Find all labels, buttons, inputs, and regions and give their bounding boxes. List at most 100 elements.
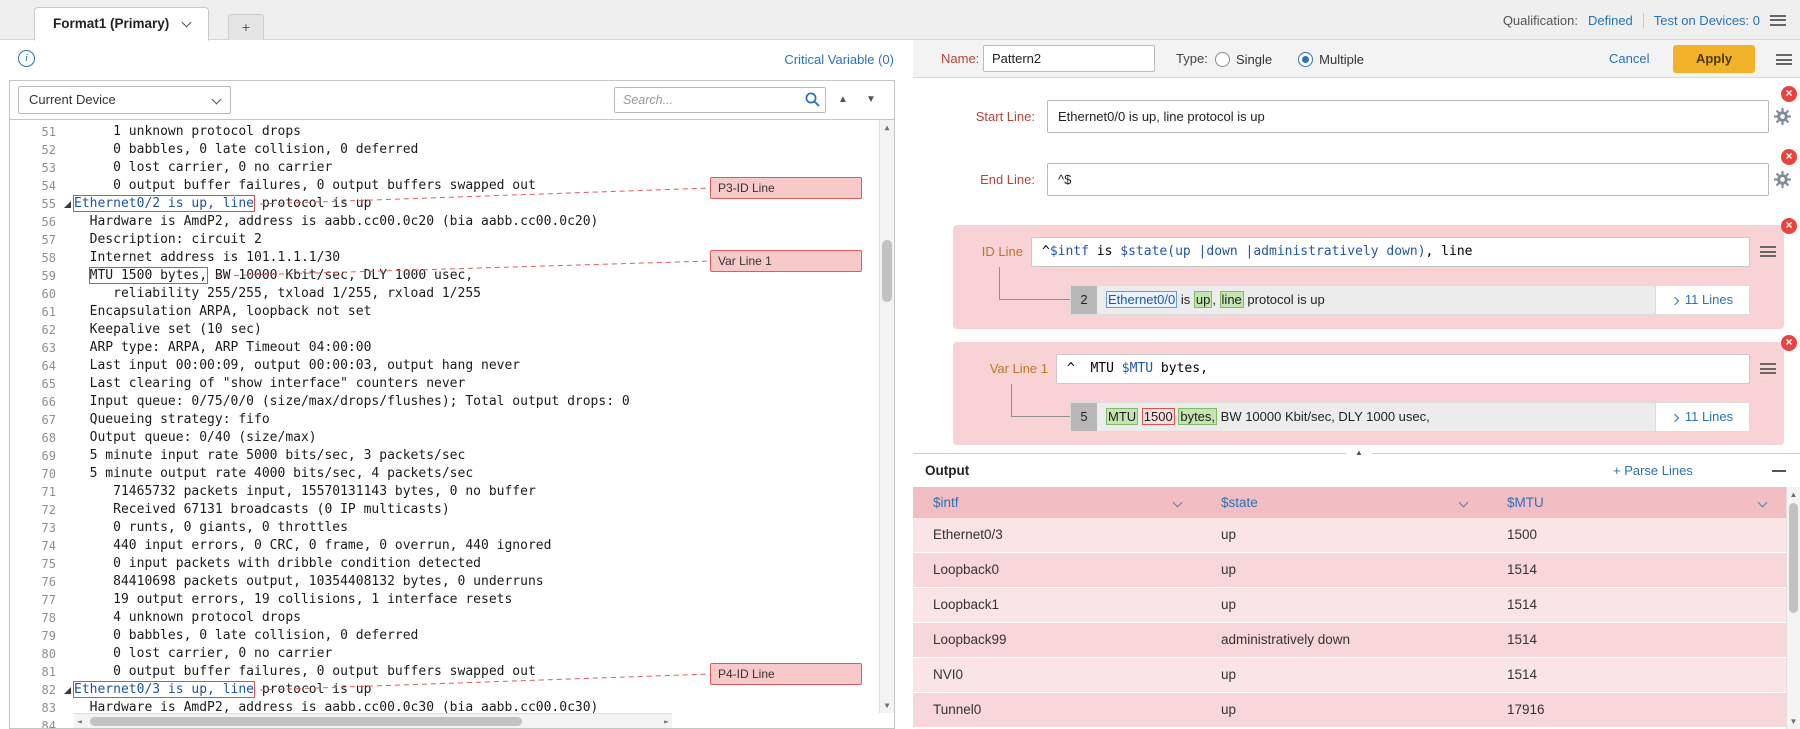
column-header-intf[interactable]: $intf bbox=[913, 487, 1201, 518]
chevron-down-icon[interactable] bbox=[1758, 498, 1768, 508]
tab-format1[interactable]: Format1 (Primary) bbox=[34, 7, 209, 41]
output-row[interactable]: Loopback0up1514 bbox=[913, 553, 1786, 588]
code-text: 19 output errors, 19 collisions, 1 inter… bbox=[74, 592, 512, 607]
critical-variable-link[interactable]: Critical Variable (0) bbox=[784, 48, 894, 72]
id-line-lines-button[interactable]: 11 Lines bbox=[1655, 286, 1749, 314]
collapse-panel-icon[interactable]: ▲ bbox=[1346, 448, 1372, 457]
top-bar-right: Qualification: Defined Test on Devices: … bbox=[1503, 0, 1786, 40]
id-line-menu-icon[interactable] bbox=[1760, 246, 1776, 257]
output-scrollbar-thumb[interactable] bbox=[1789, 503, 1798, 613]
test-on-devices-link[interactable]: Test on Devices: 0 bbox=[1654, 13, 1760, 28]
type-option-single[interactable]: Single bbox=[1215, 52, 1272, 67]
code-lines: 51 1 unknown protocol drops52 0 babbles,… bbox=[10, 123, 879, 728]
start-line-settings-icon[interactable] bbox=[1774, 108, 1791, 125]
code-line-text: reliability 255/255, txload 1/255, rxloa… bbox=[74, 285, 481, 303]
code-line-text: 0 babbles, 0 late collision, 0 deferred bbox=[74, 627, 418, 645]
code-text: 5 minute output rate 4000 bits/sec, 4 pa… bbox=[74, 466, 473, 481]
fold-caret-icon[interactable] bbox=[64, 201, 71, 208]
apply-button[interactable]: Apply bbox=[1673, 45, 1755, 73]
chevron-down-icon[interactable] bbox=[1459, 498, 1469, 508]
search-next-button[interactable]: ▼ bbox=[866, 94, 876, 106]
code-text: 0 input packets with dribble condition d… bbox=[74, 556, 481, 571]
code-line-text: 5 minute output rate 4000 bits/sec, 4 pa… bbox=[74, 465, 473, 483]
end-line-input[interactable] bbox=[1047, 163, 1769, 196]
scroll-down-icon[interactable]: ▼ bbox=[1787, 717, 1800, 726]
pattern-menu-icon[interactable] bbox=[1776, 54, 1792, 65]
radio-single[interactable] bbox=[1215, 52, 1230, 67]
token-var: $intf bbox=[1050, 244, 1089, 259]
remove-end-line-icon[interactable]: × bbox=[1781, 149, 1797, 165]
parse-lines-link[interactable]: + Parse Lines bbox=[1613, 454, 1693, 488]
vertical-scrollbar-thumb[interactable] bbox=[882, 240, 892, 302]
name-input[interactable] bbox=[983, 45, 1155, 72]
scroll-up-icon[interactable]: ▲ bbox=[880, 123, 894, 132]
code-line-text: Ethernet0/2 is up, line protocol is up bbox=[74, 195, 371, 213]
line-number: 83 bbox=[10, 699, 74, 717]
code-line-text: 71465732 packets input, 15570131143 byte… bbox=[74, 483, 536, 501]
line-number: 77 bbox=[10, 591, 74, 609]
code-line-text: 0 output buffer failures, 0 output buffe… bbox=[74, 663, 536, 681]
line-number-value: 75 bbox=[42, 557, 56, 571]
add-tab-button[interactable]: + bbox=[228, 14, 264, 40]
type-option-multiple[interactable]: Multiple bbox=[1298, 52, 1364, 67]
minimize-icon[interactable] bbox=[1772, 470, 1786, 472]
end-line-settings-icon[interactable] bbox=[1774, 171, 1791, 188]
annotation-label[interactable]: P4-ID Line bbox=[710, 663, 862, 685]
remove-var-line-icon[interactable]: × bbox=[1781, 335, 1797, 351]
token-text: , line bbox=[1426, 244, 1473, 259]
output-cell: administratively down bbox=[1201, 623, 1487, 657]
scroll-left-icon[interactable]: ◄ bbox=[77, 717, 82, 726]
scroll-down-icon[interactable]: ▼ bbox=[880, 701, 894, 710]
scroll-up-icon[interactable]: ▲ bbox=[1787, 490, 1800, 499]
line-number: 59 bbox=[10, 267, 74, 285]
var-line-preview-row: 5 MTU 1500 bytes, BW 10000 Kbit/sec, DLY… bbox=[1070, 402, 1750, 432]
column-header-MTU[interactable]: $MTU bbox=[1487, 487, 1786, 518]
var-line-lines-button[interactable]: 11 Lines bbox=[1655, 403, 1749, 431]
chevron-down-icon[interactable] bbox=[1173, 498, 1183, 508]
annotation-label[interactable]: Var Line 1 bbox=[710, 250, 862, 272]
line-number: 62 bbox=[10, 321, 74, 339]
line-number: 66 bbox=[10, 393, 74, 411]
column-header-state[interactable]: $state bbox=[1201, 487, 1487, 518]
info-icon[interactable]: i bbox=[18, 50, 35, 67]
menu-icon[interactable] bbox=[1770, 15, 1786, 26]
output-scrollbar[interactable]: ▲ ▼ bbox=[1786, 487, 1800, 729]
horizontal-scrollbar-thumb[interactable] bbox=[90, 717, 522, 726]
line-number: 69 bbox=[10, 447, 74, 465]
code-text: 5 minute input rate 5000 bits/sec, 3 pac… bbox=[74, 448, 465, 463]
vertical-scrollbar[interactable]: ▲ ▼ bbox=[879, 120, 894, 713]
output-row[interactable]: Loopback1up1514 bbox=[913, 588, 1786, 623]
output-row[interactable]: NVI0up1514 bbox=[913, 658, 1786, 693]
code-text: Last input 00:00:09, output 00:00:03, ou… bbox=[74, 358, 520, 373]
code-line-text: Ethernet0/3 is up, line protocol is up bbox=[74, 681, 371, 699]
annotation-label[interactable]: P3-ID Line bbox=[710, 177, 862, 199]
radio-multiple[interactable] bbox=[1298, 52, 1313, 67]
fold-caret-icon[interactable] bbox=[64, 687, 71, 694]
device-output-panel: Current Device ▲ ▼ 51 1 unknown protocol… bbox=[9, 80, 895, 729]
search-prev-button[interactable]: ▲ bbox=[838, 94, 848, 106]
device-selector[interactable]: Current Device bbox=[18, 86, 231, 114]
line-number: 52 bbox=[10, 141, 74, 159]
var-line-pattern-input[interactable]: ^ MTU $MTU bytes, bbox=[1056, 354, 1750, 384]
var-line-menu-icon[interactable] bbox=[1760, 363, 1776, 374]
scroll-right-icon[interactable]: ► bbox=[664, 717, 669, 726]
token-text: bytes, bbox=[1153, 361, 1208, 376]
output-row[interactable]: Loopback99administratively down1514 bbox=[913, 623, 1786, 658]
line-number-value: 63 bbox=[42, 341, 56, 355]
search-icon[interactable] bbox=[804, 91, 821, 108]
output-table: $intf$state$MTU Ethernet0/3up1500Loopbac… bbox=[913, 487, 1786, 729]
remove-id-line-icon[interactable]: × bbox=[1781, 218, 1797, 234]
chevron-right-icon bbox=[1671, 414, 1679, 422]
cancel-button[interactable]: Cancel bbox=[1609, 40, 1649, 78]
tab-label: Format1 (Primary) bbox=[53, 16, 169, 31]
line-number: 64 bbox=[10, 357, 74, 375]
horizontal-scrollbar[interactable]: ◄ ► bbox=[74, 713, 672, 728]
remove-start-line-icon[interactable]: × bbox=[1781, 86, 1797, 102]
name-label: Name: bbox=[941, 40, 979, 78]
qualification-defined-link[interactable]: Defined bbox=[1588, 13, 1633, 28]
output-row[interactable]: Tunnel0up17916 bbox=[913, 693, 1786, 728]
start-line-input[interactable] bbox=[1047, 100, 1769, 133]
search-input[interactable] bbox=[614, 87, 826, 113]
output-row[interactable]: Ethernet0/3up1500 bbox=[913, 518, 1786, 553]
id-line-pattern-input[interactable]: ^$intf is $state(up |down |administrativ… bbox=[1031, 237, 1750, 267]
